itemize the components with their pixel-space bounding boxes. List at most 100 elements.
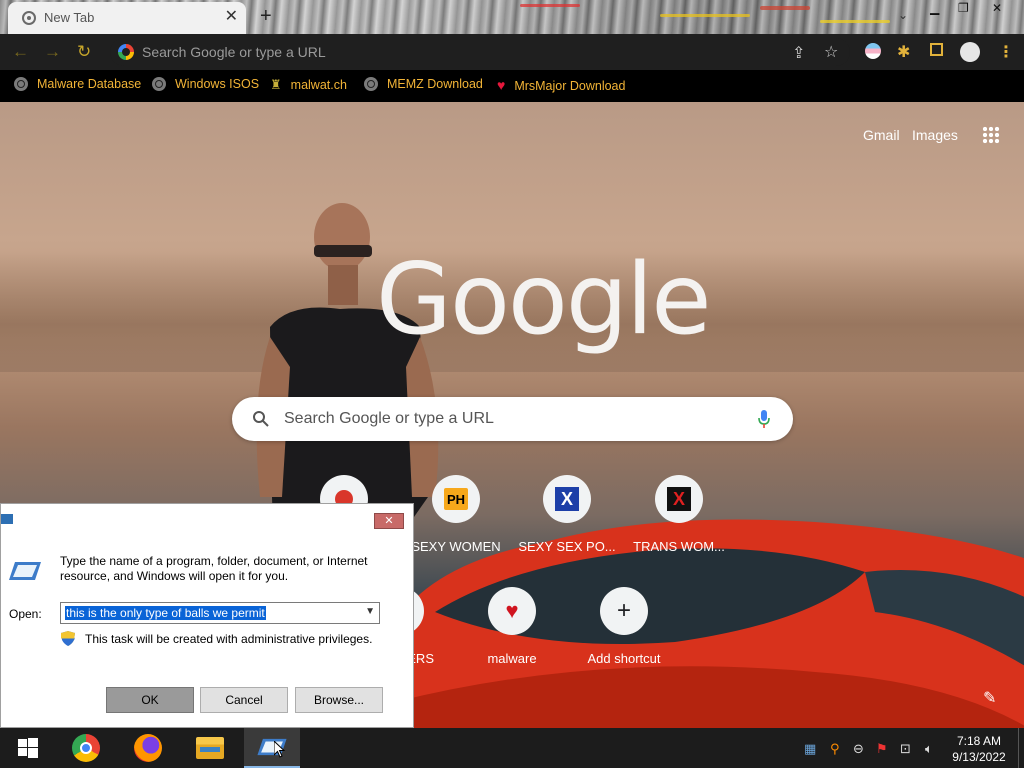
x-logo-icon: X — [667, 487, 691, 511]
browse-button[interactable]: Browse... — [295, 687, 383, 713]
bookmarks-bar: Malware Database Windows ISOS ♜ malwat.ch… — [0, 70, 1024, 102]
tray-search-icon[interactable]: ⚲ — [830, 741, 840, 757]
shortcut-label: SEXY WOMEN — [411, 539, 501, 554]
run-title-icon — [1, 514, 13, 524]
clock-date: 9/13/2022 — [952, 750, 1006, 764]
bookmark-label: Malware Database — [37, 77, 142, 91]
bookmark-label: MEMZ Download — [387, 77, 483, 91]
bookmark-memz-download[interactable]: MEMZ Download — [364, 77, 483, 91]
shortcut-trans-wom[interactable]: X TRANS WOM... — [623, 475, 735, 554]
shortcut-icon: X — [543, 475, 591, 523]
microphone-icon[interactable] — [757, 409, 771, 429]
ghost-icon: ♜ — [270, 77, 282, 92]
run-description: Type the name of a program, folder, docu… — [60, 554, 368, 583]
show-desktop-divider[interactable] — [1018, 728, 1019, 768]
tray-status-icon[interactable]: ⊖ — [853, 741, 864, 757]
ph-logo-icon: PH — [444, 488, 468, 510]
globe-icon — [14, 77, 28, 91]
globe-icon — [364, 77, 378, 91]
menu-dots-icon[interactable]: ⋮ — [998, 42, 1014, 62]
tab-close-icon[interactable]: ✕ — [225, 8, 238, 26]
taskbar: ▦ ⚲ ⊖ ⚑ ⊡ 🔈︎ 7:18 AM 9/13/2022 — [0, 728, 1024, 768]
heart-icon: ♥ — [497, 77, 506, 93]
chrome-icon — [22, 11, 36, 25]
back-icon[interactable]: ← — [12, 42, 29, 62]
dialog-close-button[interactable]: ✕ — [374, 513, 404, 529]
add-shortcut-button[interactable]: + Add shortcut — [568, 587, 680, 666]
apps-grid-icon[interactable] — [982, 126, 1000, 144]
tab-new-tab[interactable]: New Tab ✕ — [8, 2, 246, 34]
shortcut-malware[interactable]: ♥ malware — [456, 587, 568, 666]
window-close-icon[interactable]: ✕ — [992, 1, 1002, 15]
run-program-icon — [9, 562, 41, 580]
sidepanel-icon[interactable] — [930, 43, 943, 56]
open-input-value[interactable]: this is the only type of balls we permit — [65, 606, 266, 620]
chevron-down-icon[interactable]: ⌄ — [898, 8, 908, 22]
ntp-search-box[interactable]: Search Google or type a URL — [232, 397, 793, 441]
firefox-icon — [134, 734, 162, 762]
open-combobox[interactable]: this is the only type of balls we permit… — [60, 602, 380, 624]
heart-icon: ♥ — [505, 598, 519, 623]
mouse-cursor-icon — [274, 741, 286, 758]
tray-wifi-icon[interactable]: ⊡ — [900, 741, 911, 757]
chevron-down-icon[interactable]: ▼ — [365, 606, 375, 617]
plus-icon: + — [616, 597, 631, 624]
ok-button[interactable]: OK — [106, 687, 194, 713]
bookmark-malwatch[interactable]: ♜ malwat.ch — [270, 77, 347, 93]
profile-flag-icon[interactable] — [865, 43, 881, 59]
search-icon — [253, 411, 269, 427]
wallpaper-splash — [820, 20, 890, 23]
shortcut-label: Add shortcut — [587, 651, 661, 666]
restore-icon[interactable]: ❐ — [958, 1, 969, 15]
tray-flag-icon[interactable]: ⚑ — [876, 741, 888, 757]
wallpaper-splash — [520, 4, 580, 7]
tab-title: New Tab — [44, 10, 95, 25]
run-dialog: ✕ Type the name of a program, folder, do… — [0, 503, 414, 728]
new-tab-button[interactable]: + — [260, 5, 272, 28]
chrome-icon — [72, 734, 100, 762]
cancel-button[interactable]: Cancel — [200, 687, 288, 713]
clock-time: 7:18 AM — [956, 734, 1002, 748]
shortcut-icon: X — [655, 475, 703, 523]
forward-icon[interactable]: → — [44, 42, 61, 62]
extensions-puzzle-icon[interactable]: ✱ — [897, 42, 910, 62]
wallpaper-splash — [660, 14, 750, 17]
bookmark-label: malwat.ch — [290, 78, 347, 92]
bookmark-label: MrsMajor Download — [514, 79, 626, 93]
taskbar-clock[interactable]: 7:18 AM 9/13/2022 — [944, 733, 1014, 765]
globe-icon — [152, 77, 166, 91]
uac-shield-icon — [61, 631, 75, 646]
profile-avatar-icon[interactable] — [960, 42, 980, 62]
images-link[interactable]: Images — [912, 127, 958, 143]
taskbar-file-explorer[interactable] — [182, 728, 238, 768]
tray-volume-icon[interactable]: 🔈︎ — [925, 741, 933, 757]
omnibox[interactable]: Search Google or type a URL ⇪ ☆ — [110, 38, 850, 66]
open-label: Open: — [9, 607, 42, 621]
taskbar-run[interactable] — [244, 728, 300, 768]
tray-network-icon[interactable]: ▦ — [804, 741, 816, 757]
shortcut-sexy-women[interactable]: PH SEXY WOMEN — [400, 475, 512, 554]
bookmark-star-icon[interactable]: ☆ — [824, 42, 838, 62]
bookmark-malware-database[interactable]: Malware Database — [14, 77, 141, 91]
bookmark-windows-isos[interactable]: Windows ISOS — [152, 77, 259, 91]
folder-icon — [196, 737, 224, 759]
bookmark-mrsmajor-download[interactable]: ♥ MrsMajor Download — [497, 77, 625, 93]
google-icon — [118, 44, 134, 60]
shortcut-sexy-sex-po[interactable]: X SEXY SEX PO... — [511, 475, 623, 554]
reload-icon[interactable]: ↻ — [77, 42, 91, 62]
google-logo: Google — [376, 243, 712, 357]
shortcut-label: TRANS WOM... — [633, 539, 725, 554]
shortcut-icon: + — [600, 587, 648, 635]
customize-pencil-icon[interactable]: ✎ — [983, 688, 996, 708]
windows-logo-icon — [18, 738, 38, 758]
shortcut-label: SEXY SEX PO... — [518, 539, 616, 554]
share-icon[interactable]: ⇪ — [792, 43, 805, 63]
gmail-link[interactable]: Gmail — [863, 127, 900, 143]
browser-toolbar: ← → ↻ Search Google or type a URL ⇪ ☆ ✱ … — [0, 34, 1024, 70]
admin-note: This task will be created with administr… — [85, 632, 373, 646]
shortcut-icon: PH — [432, 475, 480, 523]
start-button[interactable] — [0, 728, 56, 768]
taskbar-chrome[interactable] — [58, 728, 114, 768]
taskbar-firefox[interactable] — [120, 728, 176, 768]
minimize-icon[interactable]: ▁ — [930, 1, 939, 15]
